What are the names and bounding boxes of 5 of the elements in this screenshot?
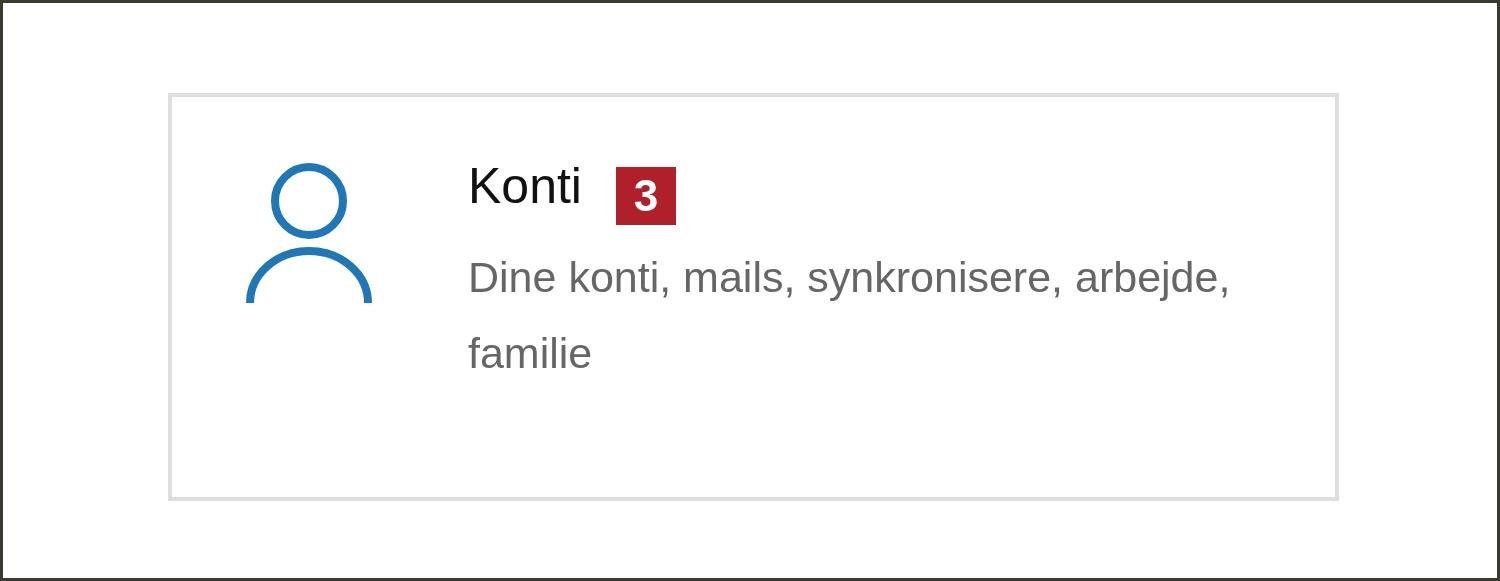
person-icon xyxy=(246,163,372,305)
tile-title: Konti xyxy=(468,159,582,214)
tile-description: Dine konti, mails, synkronisere, arbejde, familie xyxy=(468,252,1232,379)
count-badge: 3 xyxy=(615,167,676,225)
settings-tile[interactable]: Konti 3 Dine konti, mails, synkronisere, arbejde, familie xyxy=(168,93,1339,501)
